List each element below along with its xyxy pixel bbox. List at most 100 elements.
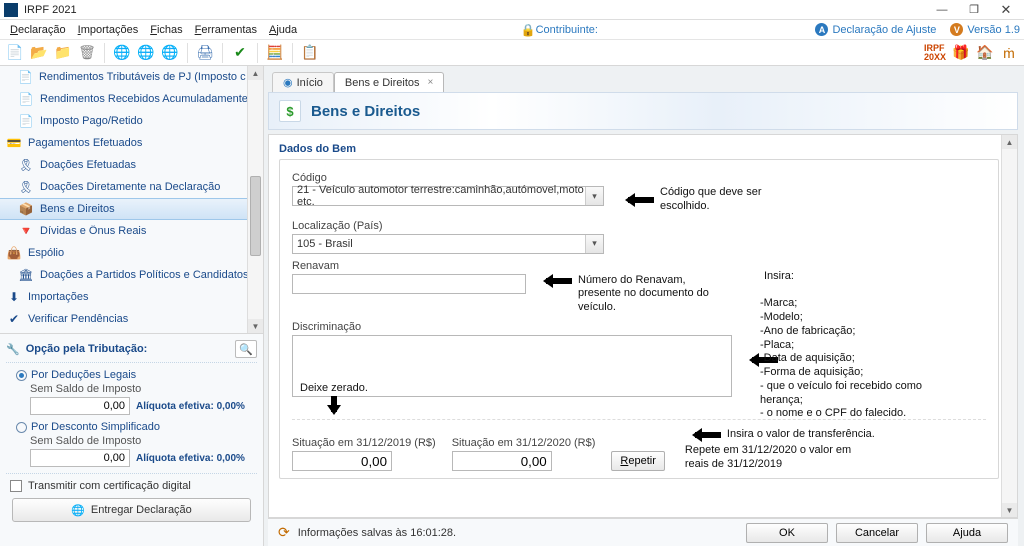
valor-simpl-input[interactable] [30,449,130,467]
minimize-button[interactable]: — [928,2,956,18]
sidebar-item-icon: ✔ [6,311,22,327]
app-icon [4,3,18,17]
magnifier-button[interactable]: 🔍 [235,340,257,358]
maximize-button[interactable]: ❐ [960,2,988,18]
sidebar-item-2[interactable]: 📄Imposto Pago/Retido [0,110,263,132]
sidebar-item-4[interactable]: 🎗Doações Efetuadas [0,154,263,176]
annot-codigo: Código que deve ser escolhido. [660,186,790,214]
sidebar-item-label: Espólio [28,247,64,259]
section-title: Bens e Direitos [311,103,420,120]
codigo-combo[interactable]: 21 - Veículo automotor terrestre:caminhã… [292,186,604,206]
menu-fichas[interactable]: Fichas [144,22,188,38]
person-icon[interactable]: ṁ [1000,44,1018,62]
print-icon[interactable]: 🖨 [196,44,214,62]
main-area: ◉ Início Bens e Direitos × $ Bens e Dire… [264,66,1024,546]
close-button[interactable]: ✕ [992,2,1020,18]
annot-insira-head: Insira: [760,270,950,284]
sidebar-item-11[interactable]: ✔Verificar Pendências [0,308,263,330]
local-label: Localização (País) [292,220,986,232]
sidebar-item-3[interactable]: 💳Pagamentos Efetuados [0,132,263,154]
radio-deducoes[interactable] [16,370,27,381]
situ1-input[interactable] [292,451,392,471]
sidebar-item-icon: 🔻 [18,223,34,239]
decl-ajuste-label: Declaração de Ajuste [832,24,936,36]
radio-simplificado[interactable] [16,422,27,433]
gift-icon[interactable]: 🎁 [952,44,970,62]
menu-importacoes[interactable]: Importações [72,22,145,38]
contribuinte-label: Contribuinte: [536,24,598,36]
globe2-icon[interactable]: 🌐 [137,44,155,62]
titlebar: IRPF 2021 — ❐ ✕ [0,0,1024,20]
tab-inicio-label: Início [297,77,323,89]
scroll-up-icon[interactable]: ▲ [248,66,263,80]
fieldset-title: Dados do Bem [279,141,999,159]
tab-bens-label: Bens e Direitos [345,77,420,89]
valor-deducoes-input[interactable] [30,397,130,415]
lock-icon: 🔒 [521,23,536,37]
cancel-button[interactable]: Cancelar [836,523,918,543]
renavam-input[interactable] [292,274,526,294]
open-icon[interactable]: 📂 [30,44,48,62]
sidebar-scrollbar[interactable]: ▲ ▼ [247,66,263,333]
help-button[interactable]: Ajuda [926,523,1008,543]
pais-combo[interactable]: 105 - Brasil ▾ [292,234,604,254]
situ2-input[interactable] [452,451,552,471]
globe-small-icon: 🌐 [71,504,85,517]
form-scrollbar[interactable]: ▲ ▼ [1001,135,1017,517]
sidebar-item-label: Doações Efetuadas [40,159,136,171]
sem-saldo-2: Sem Saldo de Imposto [6,435,257,447]
sidebar: 📄Rendimentos Tributáveis de PJ (Imposto … [0,66,264,546]
globe1-icon[interactable]: 🌐 [113,44,131,62]
section-icon: $ [279,100,301,122]
sidebar-item-5[interactable]: 🎗Doações Diretamente na Declaração [0,176,263,198]
sidebar-item-9[interactable]: 🏛 Doações a Partidos Políticos e Candidat… [0,264,263,286]
menubar: Declaração Importações Fichas Ferramenta… [0,20,1024,40]
tab-bens[interactable]: Bens e Direitos × [334,72,444,92]
sidebar-item-label: Imposto Pago/Retido [40,115,143,127]
form-scroll-up-icon[interactable]: ▲ [1002,135,1017,149]
check-icon[interactable]: ✔ [231,44,249,62]
save-icon[interactable]: 📁 [54,44,72,62]
sidebar-item-label: Importações [28,291,89,303]
entregar-label: Entregar Declaração [91,504,192,516]
repetir-button[interactable]: Repetir [611,451,664,471]
form-scroll-down-icon[interactable]: ▼ [1002,503,1017,517]
sidebar-item-icon: ⬇ [6,289,22,305]
ok-button[interactable]: OK [746,523,828,543]
chevron-down-icon-2[interactable]: ▾ [585,235,603,253]
versao-label: Versão 1.9 [967,24,1020,36]
sidebar-item-icon: 🏛 [18,267,34,283]
menu-declaracao[interactable]: Declaração [4,22,72,38]
menu-ajuda[interactable]: Ajuda [263,22,303,38]
tab-inicio[interactable]: ◉ Início [272,72,334,92]
ajuste-icon: A [815,23,828,36]
sidebar-item-10[interactable]: ⬇ Importações [0,286,263,308]
delete-icon[interactable]: 🗑 [78,44,96,62]
scroll-thumb[interactable] [250,176,261,256]
transmitir-checkbox[interactable] [10,480,22,492]
info-text: Informações salvas às 16:01:28. [298,527,456,539]
info-icon: ⟳ [278,524,290,541]
sidebar-item-6[interactable]: 📦Bens e Direitos [0,198,263,220]
calc-icon[interactable]: 🧮 [266,44,284,62]
scroll-down-icon[interactable]: ▼ [248,319,263,333]
entregar-button[interactable]: 🌐 Entregar Declaração [12,498,251,522]
gear-icon: 🔧 [6,343,20,356]
chevron-down-icon[interactable]: ▾ [585,187,603,205]
annot-transf: Insira o valor de transferência. [727,428,875,442]
globe3-icon[interactable]: 🌐 [161,44,179,62]
sidebar-item-0[interactable]: 📄Rendimentos Tributáveis de PJ (Imposto … [0,66,263,88]
tab-home-icon: ◉ [283,76,293,89]
sidebar-item-8[interactable]: 👜Espólio [0,242,263,264]
toolbar: 📄 📂 📁 🗑 🌐 🌐 🌐 🖨 ✔ 🧮 📋 IRPF20XX 🎁 🏠 ṁ [0,40,1024,66]
codigo-label: Código [292,172,986,184]
sidebar-item-7[interactable]: 🔻Dívidas e Ônus Reais [0,220,263,242]
menu-ferramentas[interactable]: Ferramentas [189,22,263,38]
sidebar-item-1[interactable]: 📄Rendimentos Recebidos Acumuladamente [0,88,263,110]
sidebar-item-label: Doações a Partidos Políticos e Candidato… [40,269,249,281]
doc-icon[interactable]: 📋 [301,44,319,62]
annot-renavam: Número do Renavam, presente no documento… [578,274,718,315]
new-icon[interactable]: 📄 [6,44,24,62]
home-icon[interactable]: 🏠 [976,44,994,62]
tab-close-icon[interactable]: × [428,77,434,88]
